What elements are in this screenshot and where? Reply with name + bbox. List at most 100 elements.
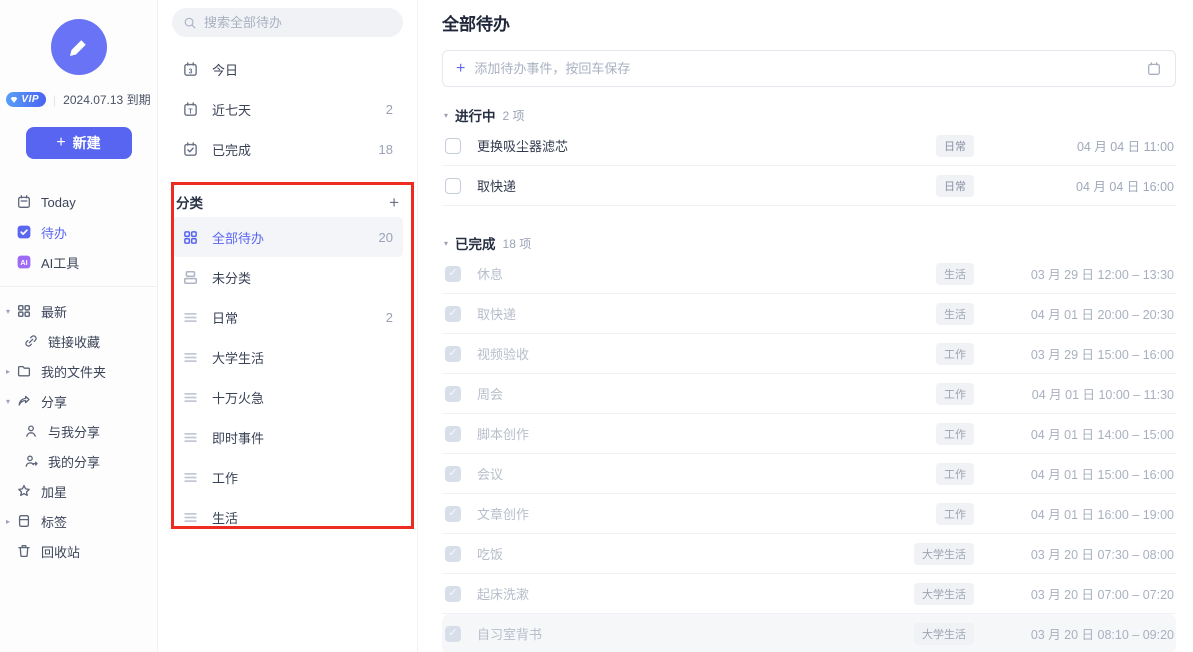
smart-list-item[interactable]: 已完成 18 xyxy=(172,129,403,169)
task-row[interactable]: 周会 工作 04 月 01 日 10:00 – 11:30 xyxy=(442,374,1176,414)
task-row[interactable]: 取快递 生活 04 月 01 日 20:00 – 20:30 xyxy=(442,294,1176,334)
sidebar-item[interactable]: 与我分享 xyxy=(0,416,157,446)
task-row[interactable]: 会议 工作 04 月 01 日 15:00 – 16:00 xyxy=(442,454,1176,494)
section-header[interactable]: ▾ 进行中 2 项 xyxy=(442,104,1176,126)
task-name: 自习室背书 xyxy=(477,627,543,642)
search-box[interactable] xyxy=(172,8,403,37)
category-label: 大学生活 xyxy=(212,350,265,366)
sidebar-item[interactable]: 加星 xyxy=(0,476,157,506)
section-title: 进行中 xyxy=(455,109,496,124)
task-name: 周会 xyxy=(477,387,504,402)
sidebar-item[interactable]: 链接收藏 xyxy=(0,326,157,356)
task-row[interactable]: 吃饭 大学生活 03 月 20 日 07:30 – 08:00 xyxy=(442,534,1176,574)
task-category-tag: 大学生活 xyxy=(914,622,974,645)
sidebar-item[interactable]: 待办 xyxy=(0,217,157,247)
add-todo-input[interactable] xyxy=(474,61,1137,76)
task-checkbox-checked[interactable] xyxy=(445,305,461,322)
task-category-tag: 日常 xyxy=(936,174,974,197)
in-progress-section: ▾ 进行中 2 项 更换吸尘器滤芯 日常 04 月 04 日 11:00 取快递… xyxy=(442,104,1176,206)
add-category-button[interactable]: + xyxy=(389,194,399,211)
vip-expiry-date: 2024.07.13 到期 xyxy=(63,93,151,107)
collapse-icon: ▾ xyxy=(444,238,449,248)
task-row[interactable]: 休息 生活 03 月 29 日 12:00 – 13:30 xyxy=(442,254,1176,294)
task-checkbox[interactable] xyxy=(445,177,461,194)
calendar-icon xyxy=(182,141,199,158)
task-checkbox-checked[interactable] xyxy=(445,625,461,642)
sidebar-item[interactable]: ▾ 分享 xyxy=(0,386,157,416)
section-header[interactable]: ▾ 已完成 18 项 xyxy=(442,232,1176,254)
sidebar-item[interactable]: 回收站 xyxy=(0,536,157,566)
smart-list-item[interactable]: T 近七天 2 xyxy=(172,89,403,129)
sidebar-item-icon xyxy=(23,453,39,469)
category-icon xyxy=(182,429,199,446)
task-checkbox-checked[interactable] xyxy=(445,385,461,402)
category-item[interactable]: 工作 xyxy=(172,457,403,497)
category-label: 日常 xyxy=(212,310,239,326)
sidebar-item-label: AI工具 xyxy=(41,255,80,271)
in-progress-task-list: 更换吸尘器滤芯 日常 04 月 04 日 11:00 取快递 日常 04 月 0… xyxy=(442,126,1176,206)
category-item[interactable]: 日常 2 xyxy=(172,297,403,337)
task-time: 04 月 04 日 16:00 xyxy=(1076,180,1174,194)
task-row[interactable]: 更换吸尘器滤芯 日常 04 月 04 日 11:00 xyxy=(442,126,1176,166)
category-item[interactable]: 即时事件 xyxy=(172,417,403,457)
category-item[interactable]: 十万火急 xyxy=(172,377,403,417)
task-time: 03 月 20 日 07:30 – 08:00 xyxy=(1030,548,1174,562)
smart-list-label: 今日 xyxy=(212,62,239,78)
task-checkbox[interactable] xyxy=(445,137,461,154)
sidebar-item[interactable]: ▸ 标签 xyxy=(0,506,157,536)
task-category-tag: 工作 xyxy=(936,342,974,365)
task-name: 脚本创作 xyxy=(477,427,530,442)
expand-arrow-icon: ▸ xyxy=(5,366,10,376)
search-input[interactable] xyxy=(204,15,392,30)
sidebar-item-icon xyxy=(16,483,32,499)
task-name: 休息 xyxy=(477,267,504,282)
task-row[interactable]: 取快递 日常 04 月 04 日 16:00 xyxy=(442,166,1176,206)
task-row[interactable]: 起床洗漱 大学生活 03 月 20 日 07:00 – 07:20 xyxy=(442,574,1176,614)
category-item[interactable]: 全部待办 20 xyxy=(172,217,403,257)
task-row[interactable]: 自习室背书 大学生活 03 月 20 日 08:10 – 09:20 xyxy=(442,614,1176,652)
task-category-tag: 大学生活 xyxy=(914,542,974,565)
task-row[interactable]: 视频验收 工作 03 月 29 日 15:00 – 16:00 xyxy=(442,334,1176,374)
category-item[interactable]: 大学生活 xyxy=(172,337,403,377)
vip-diamond-icon xyxy=(9,95,19,105)
category-label: 全部待办 xyxy=(212,230,265,246)
category-icon xyxy=(182,389,199,406)
sidebar-item[interactable]: ▸ 我的文件夹 xyxy=(0,356,157,386)
task-checkbox-checked[interactable] xyxy=(445,425,461,442)
sidebar-item-icon xyxy=(16,393,32,409)
list-panel: 3 今日 T 近七天 2 已完成 18 分类 + xyxy=(158,0,418,652)
sidebar-item-label: 标签 xyxy=(41,514,68,530)
page-title: 全部待办 xyxy=(442,15,510,34)
category-item[interactable]: 未分类 xyxy=(172,257,403,297)
sidebar-item-icon xyxy=(16,303,32,319)
task-row[interactable]: 文章创作 工作 04 月 01 日 16:00 – 19:00 xyxy=(442,494,1176,534)
sidebar-item[interactable]: ▾ 最新 xyxy=(0,296,157,326)
task-checkbox-checked[interactable] xyxy=(445,545,461,562)
sidebar-item-label: 与我分享 xyxy=(48,424,101,440)
category-list: 全部待办 20 未分类 日常 2 大学生活 十万火急 即时事件 工作 生活 xyxy=(172,217,403,537)
task-checkbox-checked[interactable] xyxy=(445,585,461,602)
new-button[interactable]: + 新建 xyxy=(25,127,132,159)
task-checkbox-checked[interactable] xyxy=(445,465,461,482)
smart-list-item[interactable]: 3 今日 xyxy=(172,49,403,89)
todo-app: VIP | 2024.07.13 到期 + 新建 Today 待办 AI AI工… xyxy=(0,0,1193,652)
sidebar-item[interactable]: 我的分享 xyxy=(0,446,157,476)
category-label: 生活 xyxy=(212,510,239,526)
sidebar-item[interactable]: AI AI工具 xyxy=(0,247,157,277)
sidebar-item-label: 链接收藏 xyxy=(48,334,101,350)
task-row[interactable]: 脚本创作 工作 04 月 01 日 14:00 – 15:00 xyxy=(442,414,1176,454)
sidebar-divider xyxy=(0,286,157,287)
category-item[interactable]: 生活 xyxy=(172,497,403,537)
vip-badge[interactable]: VIP xyxy=(6,92,47,107)
category-icon xyxy=(182,469,199,486)
task-checkbox-checked[interactable] xyxy=(445,345,461,362)
task-checkbox-checked[interactable] xyxy=(445,505,461,522)
add-todo-box[interactable]: + xyxy=(442,50,1176,87)
svg-text:T: T xyxy=(188,108,193,115)
sidebar-item[interactable]: Today xyxy=(0,187,157,217)
task-time: 03 月 29 日 12:00 – 13:30 xyxy=(1030,268,1174,282)
task-checkbox-checked[interactable] xyxy=(445,265,461,282)
section-title: 已完成 xyxy=(455,237,496,252)
calendar-picker-icon[interactable] xyxy=(1146,61,1162,77)
task-name: 吃饭 xyxy=(477,547,504,562)
